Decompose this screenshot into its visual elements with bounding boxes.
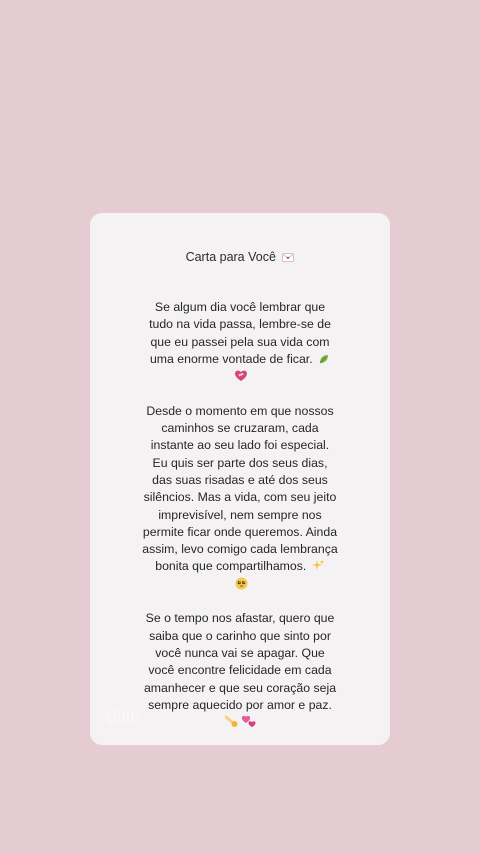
two-hearts-icon [241,715,256,728]
paragraph-text: Desde o momento em que nossos caminhos s… [142,403,338,574]
watermark: @lin [104,707,141,726]
letter-paragraph-1: Se algum dia você lembrar que tudo na vi… [142,299,338,385]
letter-body: Se algum dia você lembrar que tudo na vi… [142,299,338,745]
letter-paragraph-2: Desde o momento em que nossos caminhos s… [142,403,338,593]
letter-title-row: Carta para Você [90,249,390,265]
sparkles-icon [311,559,325,571]
paragraph-text: Se o tempo nos afastar, quero que saiba … [143,611,337,712]
mending-heart-icon [235,370,247,382]
letter-title: Carta para Você [185,250,276,264]
leaf-icon [319,354,329,364]
love-letter-icon [282,253,295,262]
pleading-face-icon [235,577,247,590]
comet-icon [225,715,238,728]
letter-card: Carta para Você Se algum dia você lembra… [90,213,390,745]
paragraph-text: Se algum dia você lembrar que tudo na vi… [149,300,331,366]
letter-paragraph-3: Se o tempo nos afastar, quero que saiba … [142,610,338,731]
